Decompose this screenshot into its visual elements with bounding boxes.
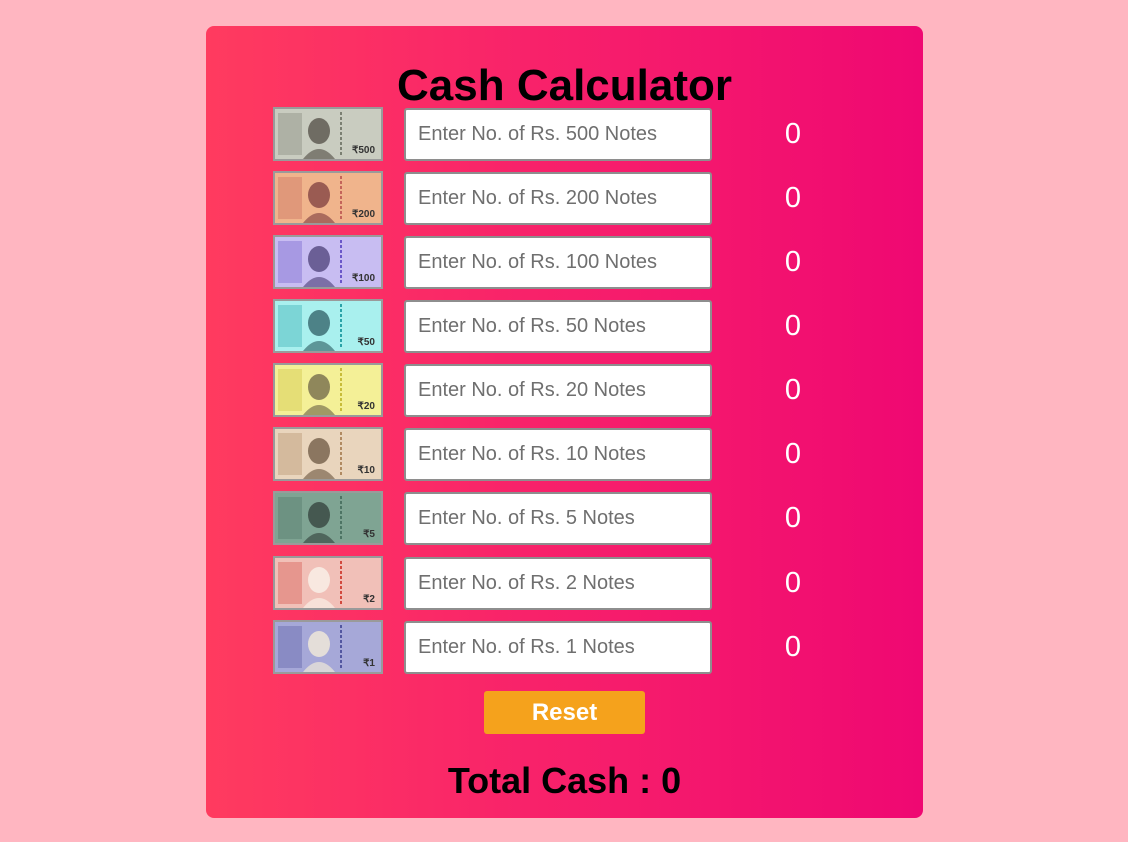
- note-1-amount: 0: [784, 631, 802, 663]
- note-50-image: ₹50: [273, 299, 383, 353]
- banknote-graphic: ₹50: [275, 301, 381, 351]
- banknote-graphic: ₹5: [275, 493, 381, 543]
- note-100-count-input[interactable]: [404, 236, 712, 289]
- note-10-amount: 0: [784, 438, 802, 470]
- note-5-count-input[interactable]: [404, 492, 712, 545]
- svg-text:₹5: ₹5: [363, 529, 375, 540]
- note-50-count-input[interactable]: [404, 300, 712, 353]
- svg-text:₹500: ₹500: [352, 145, 375, 156]
- banknote-graphic: ₹20: [275, 365, 381, 415]
- note-100-image: ₹100: [273, 235, 383, 289]
- denomination-row-10: ₹10 0: [206, 427, 923, 481]
- svg-text:₹2: ₹2: [363, 594, 375, 605]
- denomination-row-200: ₹200 0: [206, 171, 923, 225]
- svg-text:₹200: ₹200: [352, 209, 375, 220]
- note-5-amount: 0: [784, 502, 802, 534]
- note-100-amount: 0: [784, 246, 802, 278]
- note-1-count-input[interactable]: [404, 621, 712, 674]
- note-50-amount: 0: [784, 310, 802, 342]
- note-10-image: ₹10: [273, 427, 383, 481]
- denomination-row-2: ₹2 0: [206, 556, 923, 610]
- denomination-row-1: ₹1 0: [206, 620, 923, 674]
- note-2-count-input[interactable]: [404, 557, 712, 610]
- banknote-graphic: ₹1: [275, 622, 381, 672]
- note-2-amount: 0: [784, 567, 802, 599]
- banknote-graphic: ₹500: [275, 109, 381, 159]
- banknote-graphic: ₹2: [275, 558, 381, 608]
- denomination-row-100: ₹100 0: [206, 235, 923, 289]
- note-2-image: ₹2: [273, 556, 383, 610]
- calculator-card: Cash Calculator ₹500 0 ₹200 0 ₹100 0 ₹50…: [206, 26, 923, 818]
- note-10-count-input[interactable]: [404, 428, 712, 481]
- denomination-row-20: ₹20 0: [206, 363, 923, 417]
- note-1-image: ₹1: [273, 620, 383, 674]
- note-500-count-input[interactable]: [404, 108, 712, 161]
- denomination-row-500: ₹500 0: [206, 107, 923, 161]
- page-title: Cash Calculator: [397, 61, 732, 110]
- svg-text:₹100: ₹100: [352, 273, 375, 284]
- svg-text:₹50: ₹50: [358, 337, 376, 348]
- svg-text:₹1: ₹1: [363, 658, 375, 669]
- note-200-image: ₹200: [273, 171, 383, 225]
- svg-text:₹10: ₹10: [358, 465, 376, 476]
- denomination-row-5: ₹5 0: [206, 491, 923, 545]
- note-20-amount: 0: [784, 374, 802, 406]
- note-200-amount: 0: [784, 182, 802, 214]
- note-20-image: ₹20: [273, 363, 383, 417]
- reset-button[interactable]: Reset: [484, 691, 645, 734]
- note-500-image: ₹500: [273, 107, 383, 161]
- note-20-count-input[interactable]: [404, 364, 712, 417]
- total-cash: Total Cash : 0: [447, 760, 682, 801]
- note-200-count-input[interactable]: [404, 172, 712, 225]
- note-5-image: ₹5: [273, 491, 383, 545]
- banknote-graphic: ₹200: [275, 173, 381, 223]
- banknote-graphic: ₹100: [275, 237, 381, 287]
- banknote-graphic: ₹10: [275, 429, 381, 479]
- note-500-amount: 0: [784, 118, 802, 150]
- denomination-row-50: ₹50 0: [206, 299, 923, 353]
- svg-text:₹20: ₹20: [358, 401, 376, 412]
